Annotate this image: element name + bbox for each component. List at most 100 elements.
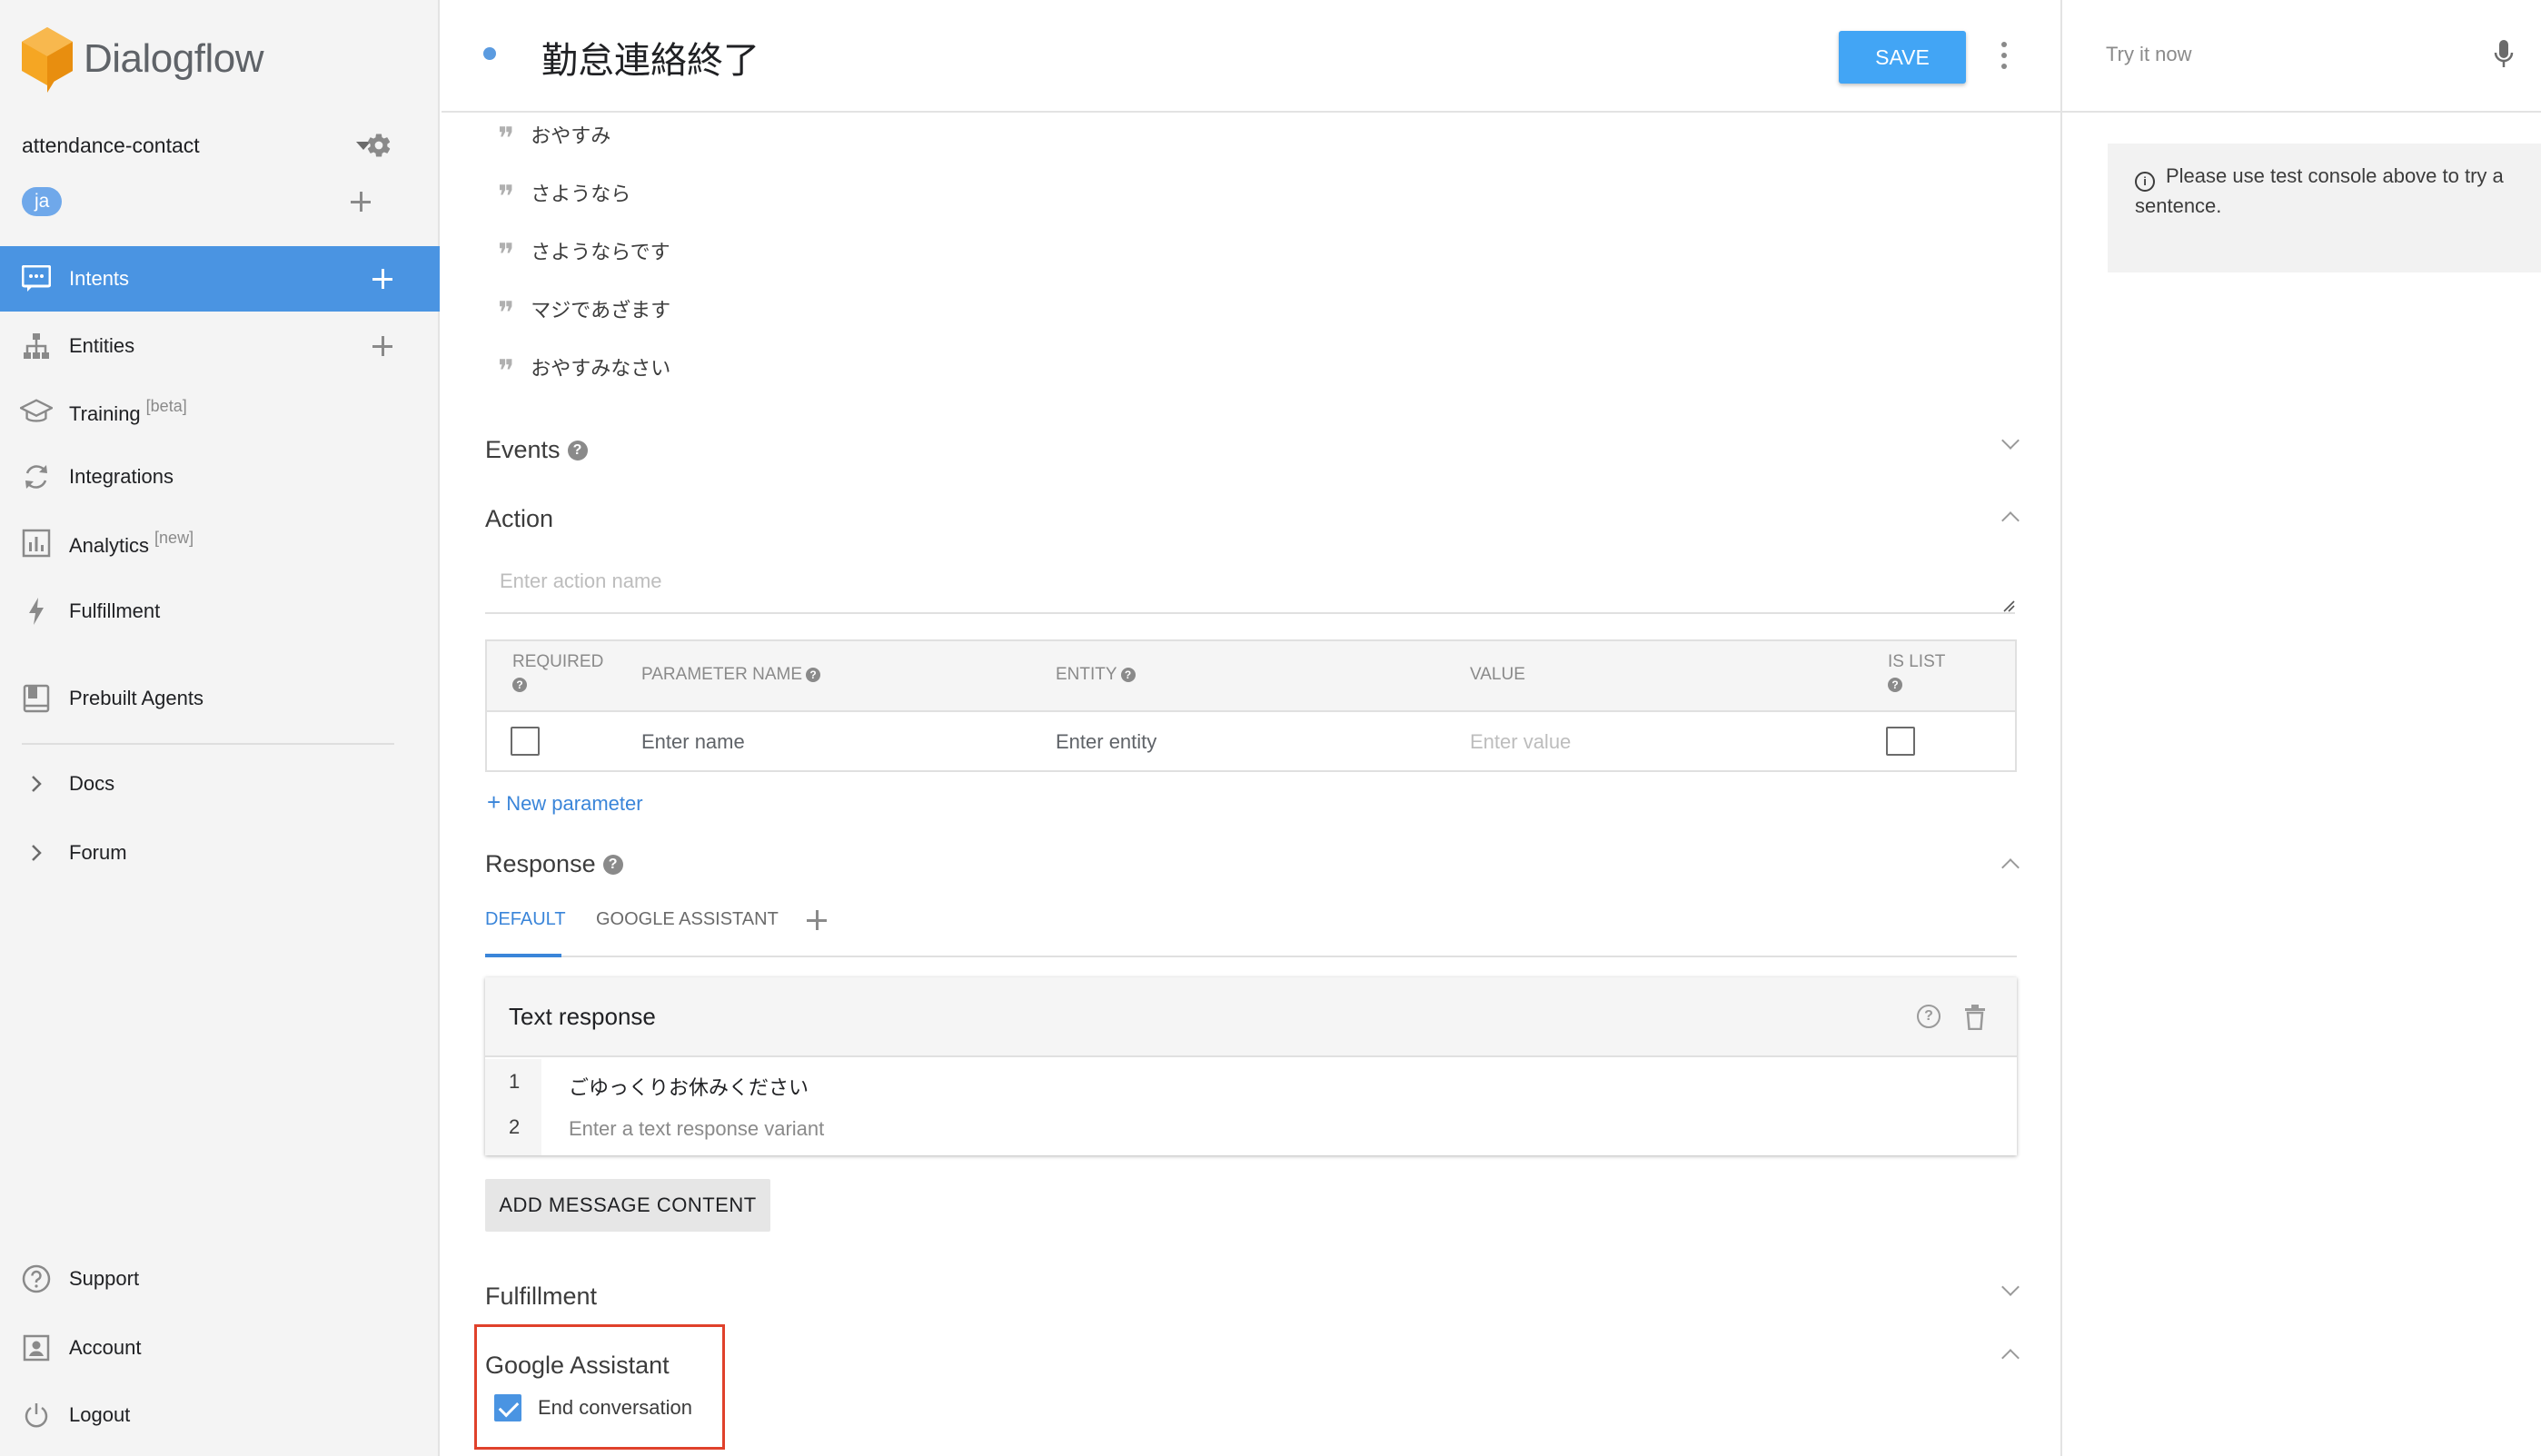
section-title: Action <box>485 505 554 532</box>
parameter-name-input[interactable] <box>641 723 1023 761</box>
text-response-variant-input[interactable]: Enter a text response variant <box>569 1117 824 1141</box>
sidebar-item-docs[interactable]: Docs <box>0 751 440 817</box>
resize-handle-icon[interactable] <box>2002 599 2015 612</box>
sidebar-item-training[interactable]: Training [beta] <box>0 379 440 444</box>
unsaved-indicator <box>483 47 496 60</box>
sidebar-item-label: Docs <box>69 772 115 795</box>
training-phrase[interactable]: ❞ さようなら <box>498 176 630 209</box>
try-it-now-input[interactable] <box>2106 36 2451 73</box>
parameters-table-header: REQUIRED ? PARAMETER NAME ? ENTITY ? VAL… <box>487 641 2015 712</box>
training-phrase[interactable]: ❞ さようならです <box>498 234 670 267</box>
trash-icon[interactable] <box>1964 1005 1986 1030</box>
response-section-header[interactable]: Response ? <box>485 850 623 878</box>
text-response-header: Text response ? <box>485 977 2017 1057</box>
sidebar-item-label: Fulfillment <box>69 599 161 622</box>
help-icon[interactable]: ? <box>512 678 527 692</box>
sidebar-item-label: Prebuilt Agents <box>69 687 203 709</box>
end-conversation-checkbox[interactable] <box>494 1394 521 1421</box>
entity-input[interactable] <box>1056 723 1437 761</box>
training-phrase[interactable]: ❞ マジであざます <box>498 292 670 325</box>
column-label: VALUE <box>1470 665 1525 684</box>
column-value: VALUE <box>1470 665 1525 685</box>
add-message-content-button[interactable]: ADD MESSAGE CONTENT <box>485 1179 770 1232</box>
brand-name: Dialogflow <box>84 36 263 81</box>
action-name-input[interactable] <box>485 550 2015 614</box>
sidebar-item-account[interactable]: Account <box>0 1315 440 1381</box>
chevron-down-icon[interactable] <box>2001 1278 2020 1296</box>
add-language-icon[interactable] <box>351 192 371 212</box>
sidebar-divider <box>22 743 394 745</box>
sidebar-item-label: Analytics [new] <box>69 529 194 558</box>
sidebar-item-intents[interactable]: Intents <box>0 246 440 312</box>
column-label: ENTITY <box>1056 665 1117 684</box>
add-entity-icon[interactable] <box>372 336 392 356</box>
sidebar-item-support[interactable]: Support <box>0 1246 440 1312</box>
hierarchy-icon <box>20 330 53 362</box>
training-phrase[interactable]: ❞ おやすみなさい <box>498 351 670 383</box>
action-section-header[interactable]: Action <box>485 505 553 533</box>
chevron-down-icon[interactable] <box>2001 431 2020 450</box>
analytics-label: Analytics <box>69 534 150 557</box>
section-title: Fulfillment <box>485 1283 598 1310</box>
sidebar-item-entities[interactable]: Entities <box>0 313 440 379</box>
column-parameter-name: PARAMETER NAME ? <box>641 665 821 685</box>
tab-default[interactable]: DEFAULT <box>485 894 566 957</box>
new-parameter-link[interactable]: + New parameter <box>487 788 643 817</box>
help-outline-icon[interactable]: ? <box>1917 1005 1940 1028</box>
graduation-cap-icon <box>20 395 53 428</box>
help-circle-icon <box>20 1263 53 1295</box>
sidebar-item-integrations[interactable]: Integrations <box>0 444 440 510</box>
training-phrase-text: さようならです <box>531 241 670 263</box>
help-icon[interactable]: ? <box>567 440 588 461</box>
sidebar-item-prebuilt-agents[interactable]: Prebuilt Agents <box>0 666 440 731</box>
sidebar-item-logout[interactable]: Logout <box>0 1382 440 1448</box>
chevron-up-icon[interactable] <box>2001 1349 2020 1367</box>
plus-icon: + <box>487 788 501 816</box>
sidebar-item-fulfillment[interactable]: Fulfillment <box>0 579 440 644</box>
fulfillment-section-header[interactable]: Fulfillment <box>485 1283 597 1311</box>
intent-title[interactable]: 勤怠連絡終了 <box>541 31 759 84</box>
value-input[interactable] <box>1470 723 1851 761</box>
help-icon[interactable]: ? <box>1888 678 1902 692</box>
chevron-up-icon[interactable] <box>2001 511 2020 530</box>
events-section-header[interactable]: Events ? <box>485 436 588 464</box>
intent-header: 勤怠連絡終了 SAVE <box>442 0 2060 113</box>
quote-icon: ❞ <box>498 182 515 203</box>
help-icon[interactable]: ? <box>602 854 623 875</box>
more-options-icon[interactable] <box>2000 42 2008 69</box>
save-button[interactable]: SAVE <box>1839 31 1966 84</box>
add-intent-icon[interactable] <box>372 269 392 289</box>
microphone-icon[interactable] <box>2493 38 2515 71</box>
sidebar-item-analytics[interactable]: Analytics [new] <box>0 510 440 576</box>
text-response-line[interactable]: ごゆっくりお休みください <box>569 1072 809 1101</box>
new-badge: [new] <box>154 529 194 547</box>
dialogflow-logo-icon <box>22 27 73 93</box>
google-assistant-section-header[interactable]: Google Assistant <box>485 1352 670 1380</box>
language-pill[interactable]: ja <box>22 187 63 216</box>
agent-selector[interactable]: attendance-contact <box>22 129 403 162</box>
language-row: ja <box>22 185 403 218</box>
tab-google-assistant[interactable]: GOOGLE ASSISTANT <box>596 894 779 957</box>
test-console: iPlease use test console above to try a … <box>2060 0 2541 1456</box>
quote-icon: ❞ <box>498 240 515 262</box>
info-icon: i <box>2135 172 2155 192</box>
gear-icon[interactable] <box>365 132 392 159</box>
text-response-card: Text response ? 1 ごゆっくりお休みください 2 Enter a… <box>485 977 2017 1155</box>
sidebar-item-forum[interactable]: Forum <box>0 820 440 886</box>
sidebar-item-label: Forum <box>69 841 127 864</box>
try-it-now-bar <box>2062 0 2541 113</box>
end-conversation-option[interactable]: End conversation <box>494 1390 692 1426</box>
add-platform-icon[interactable] <box>807 910 827 930</box>
chevron-up-icon[interactable] <box>2001 858 2020 877</box>
quote-icon: ❞ <box>498 124 515 145</box>
help-icon[interactable]: ? <box>1120 668 1136 682</box>
parameter-row <box>487 712 2015 772</box>
required-checkbox[interactable] <box>511 727 540 756</box>
is-list-checkbox[interactable] <box>1886 727 1915 756</box>
dialogflow-logo[interactable]: Dialogflow <box>20 25 263 93</box>
column-required: REQUIRED ? <box>512 652 603 692</box>
sidebar-item-label: Integrations <box>69 465 174 488</box>
help-icon[interactable]: ? <box>806 668 821 682</box>
training-phrase[interactable]: ❞ おやすみ <box>498 118 610 151</box>
new-parameter-label: New parameter <box>506 792 643 815</box>
